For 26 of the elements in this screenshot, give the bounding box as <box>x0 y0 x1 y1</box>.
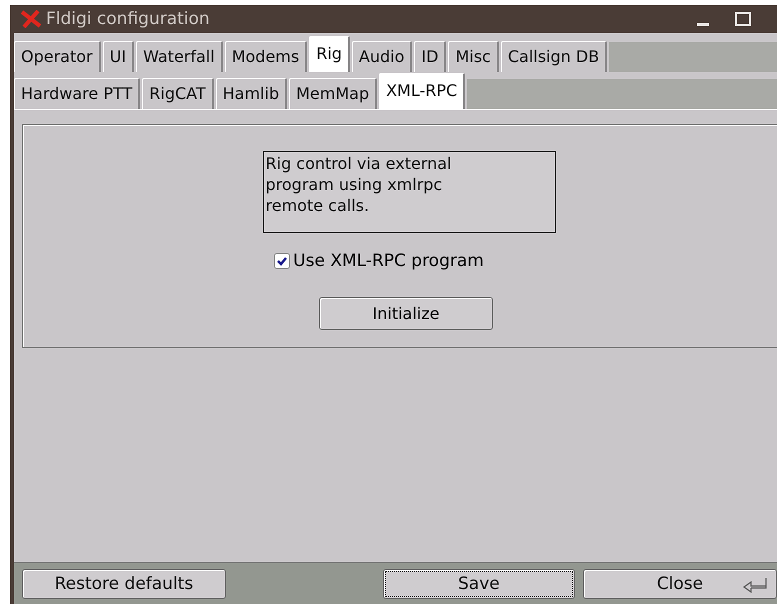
maximize-icon[interactable] <box>735 12 751 26</box>
x-logo-icon <box>20 10 42 28</box>
tab[interactable]: XML-RPC <box>379 73 466 109</box>
tab[interactable]: Misc <box>448 41 499 72</box>
tab[interactable]: Modems <box>224 41 308 72</box>
checkbox-label: Use XML-RPC program <box>293 251 484 271</box>
tab[interactable]: Hardware PTT <box>14 78 140 109</box>
window-title: Fldigi configuration <box>46 9 211 29</box>
tab[interactable]: MemMap <box>289 78 378 109</box>
tab[interactable]: RigCAT <box>142 78 214 109</box>
tab[interactable]: UI <box>102 41 134 72</box>
checkmark-icon <box>277 256 288 266</box>
dialog-button[interactable]: Restore defaults <box>22 568 226 598</box>
description-text: Rig control via external program using xmlrpc remote calls. <box>262 151 556 233</box>
dialog-button[interactable]: Close <box>582 568 777 598</box>
tab[interactable]: Audio <box>352 41 412 72</box>
return-arrow-icon <box>742 576 768 592</box>
tab[interactable]: Callsign DB <box>500 41 608 72</box>
dialog-button[interactable]: Save <box>382 568 575 598</box>
tab[interactable]: Waterfall <box>136 41 223 72</box>
tab[interactable]: Hamlib <box>216 78 288 109</box>
tab[interactable]: ID <box>414 41 446 72</box>
initialize-button[interactable]: Initialize <box>319 297 493 330</box>
checkbox[interactable] <box>274 253 290 269</box>
tab[interactable]: Operator <box>14 41 101 72</box>
tab[interactable]: Rig <box>309 36 350 72</box>
